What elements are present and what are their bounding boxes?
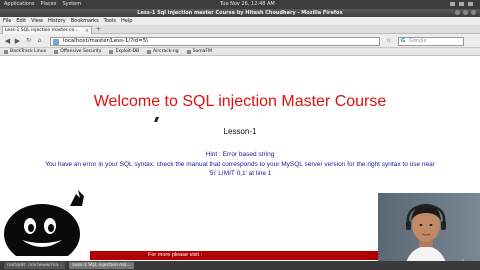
bookmark-offensive-security[interactable]: Offensive Security [54, 49, 101, 54]
smiley-mascot-icon [4, 190, 84, 256]
menu-edit[interactable]: Edit [16, 18, 26, 24]
bookmark-icon [4, 49, 8, 54]
bookmark-icon [186, 49, 191, 54]
bookmark-label: SomaFM [192, 49, 212, 54]
url-bar[interactable]: localhost/master/Less-1/?id=5\ [50, 37, 380, 46]
bookmark-somafm[interactable]: SomaFM [186, 49, 212, 54]
presenter-video-icon [404, 203, 448, 270]
menu-bookmarks[interactable]: Bookmarks [71, 18, 99, 24]
panel-menu-system[interactable]: System [62, 1, 81, 7]
footer-banner: For more please visit : [90, 251, 378, 260]
bookmark-star-icon[interactable]: ☆ [384, 37, 393, 45]
bookmark-label: Exploit-DB [115, 49, 140, 54]
bookmarks-bar: BackTrack Linux Offensive Security Explo… [0, 48, 480, 56]
maximize-button[interactable] [463, 10, 468, 15]
panel-menus: Applications Places System [4, 1, 81, 7]
bookmark-label: Offensive Security [60, 49, 102, 54]
hint-text: Hint : Error based string [205, 151, 275, 158]
sql-error-line-2: '5\' LIMIT 0,1' at line 1 [208, 170, 272, 177]
bookmark-icon [109, 49, 114, 54]
back-arrow-icon[interactable]: ◀ [3, 37, 12, 45]
window-title-bar: Less-1 Sql injection master Course by Hi… [0, 9, 480, 17]
search-placeholder: Google [409, 38, 427, 44]
menu-help[interactable]: Help [121, 18, 132, 24]
tab-active[interactable]: Less-1 SQL injection master co... × [2, 26, 92, 34]
taskbar-item-terminal[interactable]: root@bt: /var/www/ma... [4, 262, 66, 269]
window-controls [455, 10, 476, 15]
url-text: localhost/master/Less-1/?id=5\ [63, 38, 149, 44]
panel-tray-icons[interactable] [448, 1, 476, 7]
bookmark-exploit-db[interactable]: Exploit-DB [109, 49, 139, 54]
panel-clock[interactable]: Tue Nov 26, 12:48 AM [220, 1, 275, 7]
page-heading: Welcome to SQL injection Master Course [93, 93, 387, 110]
menu-view[interactable]: View [31, 18, 43, 24]
bookmark-aircrack[interactable]: Aircrack-ng [147, 49, 179, 54]
sql-error-message: You have an error in your SQL syntax; ch… [0, 160, 480, 178]
tab-close-icon[interactable]: × [85, 28, 89, 34]
menu-bar: File Edit View History Bookmarks Tools H… [0, 17, 480, 25]
taskbar: root@bt: /var/www/ma... Less-1 SQL injec… [0, 261, 480, 270]
sql-error-line-1: You have an error in your SQL syntax; ch… [45, 161, 435, 168]
tray-icons [450, 2, 473, 6]
close-button[interactable] [471, 10, 476, 15]
webcam-overlay: udemy [378, 193, 480, 270]
minimize-button[interactable] [455, 10, 460, 15]
bookmark-icon [147, 49, 152, 54]
menu-tools[interactable]: Tools [104, 18, 116, 24]
forward-arrow-icon[interactable]: ▶ [13, 37, 22, 45]
bookmark-backtrack[interactable]: BackTrack Linux [4, 49, 46, 54]
window-title: Less-1 Sql injection master Course by Hi… [137, 10, 343, 16]
top-panel: Applications Places System Tue Nov 26, 1… [0, 0, 480, 9]
panel-menu-applications[interactable]: Applications [4, 1, 35, 7]
lesson-label: Lesson-1 [223, 127, 257, 136]
navigation-bar: ◀ ▶ ↻ ⌂ localhost/master/Less-1/?id=5\ ☆… [0, 34, 480, 48]
reload-icon[interactable]: ↻ [24, 37, 33, 45]
bookmark-label: Aircrack-ng [153, 49, 179, 54]
site-favicon-icon [53, 39, 59, 45]
menu-file[interactable]: File [3, 18, 11, 24]
google-icon: G [401, 38, 406, 44]
taskbar-item-firefox[interactable]: Less-1 SQL injection ma... [69, 262, 134, 269]
search-input[interactable]: G Google [398, 37, 464, 46]
tab-label: Less-1 SQL injection master co... [5, 28, 79, 33]
panel-menu-places[interactable]: Places [41, 1, 57, 7]
bookmark-icon [54, 49, 59, 54]
menu-history[interactable]: History [48, 18, 66, 24]
home-icon[interactable]: ⌂ [35, 37, 44, 45]
bookmark-label: BackTrack Linux [10, 49, 47, 54]
new-tab-icon[interactable]: + [96, 26, 101, 33]
tab-strip: Less-1 SQL injection master co... × + [0, 25, 480, 34]
mouse-cursor-icon [154, 117, 159, 122]
